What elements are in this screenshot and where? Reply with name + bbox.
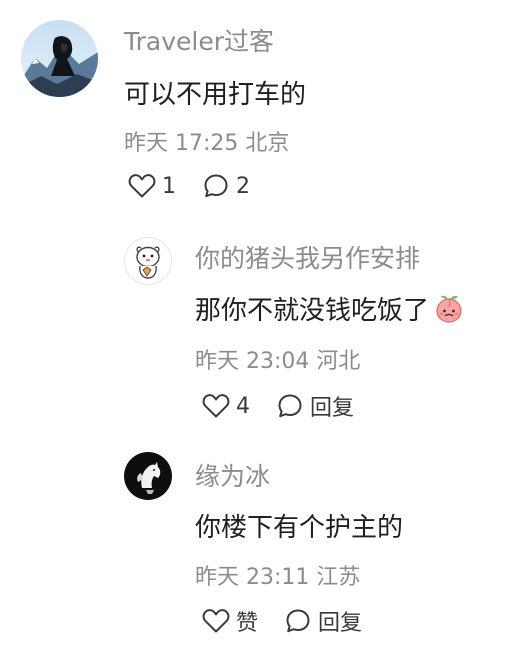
comment-meta: 昨天 17:25 北京 — [124, 125, 289, 157]
comment-actions: 4 回复 — [202, 390, 354, 422]
user-avatar[interactable] — [21, 20, 98, 97]
comment-time: 昨天 23:11 — [195, 565, 310, 590]
comment-bubble-icon — [278, 394, 302, 418]
comment-time: 昨天 23:04 — [195, 349, 310, 374]
like-button[interactable]: 4 — [202, 393, 250, 419]
comment-1: Traveler过客 可以不用打车的 昨天 17:25 北京 1 2 — [0, 0, 506, 210]
comment-time: 昨天 17:25 — [124, 131, 239, 156]
like-label: 赞 — [236, 611, 259, 636]
comment-text: 你楼下有个护主的 — [195, 513, 404, 543]
reply-label: 回复 — [310, 396, 355, 421]
reply-button[interactable]: 回复 — [276, 390, 354, 422]
heart-icon — [202, 609, 230, 633]
person-hood-mountain-avatar-icon — [21, 20, 98, 97]
like-count: 1 — [162, 173, 176, 199]
user-avatar[interactable] — [124, 237, 172, 285]
comment-location: 江苏 — [316, 565, 361, 590]
heart-icon — [128, 174, 156, 198]
username[interactable]: 你的猪头我另作安排 — [195, 239, 420, 275]
username[interactable]: 缘为冰 — [195, 457, 270, 493]
comment-location: 河北 — [316, 349, 361, 374]
like-button[interactable]: 赞 — [202, 605, 258, 637]
user-avatar[interactable] — [124, 452, 172, 500]
reply-comment-2: 缘为冰 你楼下有个护主的 昨天 23:11 江苏 赞 回复 — [0, 435, 506, 656]
comment-actions: 1 2 — [128, 172, 250, 200]
reply-button[interactable]: 2 — [202, 172, 250, 200]
like-button[interactable]: 1 — [128, 173, 176, 199]
username[interactable]: Traveler过客 — [124, 22, 274, 58]
white-cartoon-avatar-icon — [125, 238, 171, 284]
dark-horse-avatar-icon — [124, 452, 172, 500]
heart-icon — [202, 394, 230, 418]
comment-bubble-icon — [204, 174, 228, 198]
reply-count: 2 — [236, 173, 250, 199]
reply-comment-1: 你的猪头我另作安排 那你不就没钱吃饭了 昨天 23:04 河北 4 回复 — [0, 210, 506, 435]
comment-meta: 昨天 23:11 江苏 — [195, 559, 360, 591]
comment-location: 北京 — [245, 131, 290, 156]
reply-button[interactable]: 回复 — [284, 605, 362, 637]
peach-face-emoji-icon — [433, 293, 465, 332]
comment-text-body: 那你不就没钱吃饭了 — [195, 296, 430, 326]
comment-bubble-icon — [286, 609, 310, 633]
comment-meta: 昨天 23:04 河北 — [195, 343, 360, 375]
reply-label: 回复 — [318, 611, 363, 636]
comment-text: 可以不用打车的 — [124, 80, 307, 110]
like-count: 4 — [236, 393, 250, 419]
comment-actions: 赞 回复 — [202, 605, 362, 637]
comment-text: 那你不就没钱吃饭了 — [195, 290, 465, 332]
